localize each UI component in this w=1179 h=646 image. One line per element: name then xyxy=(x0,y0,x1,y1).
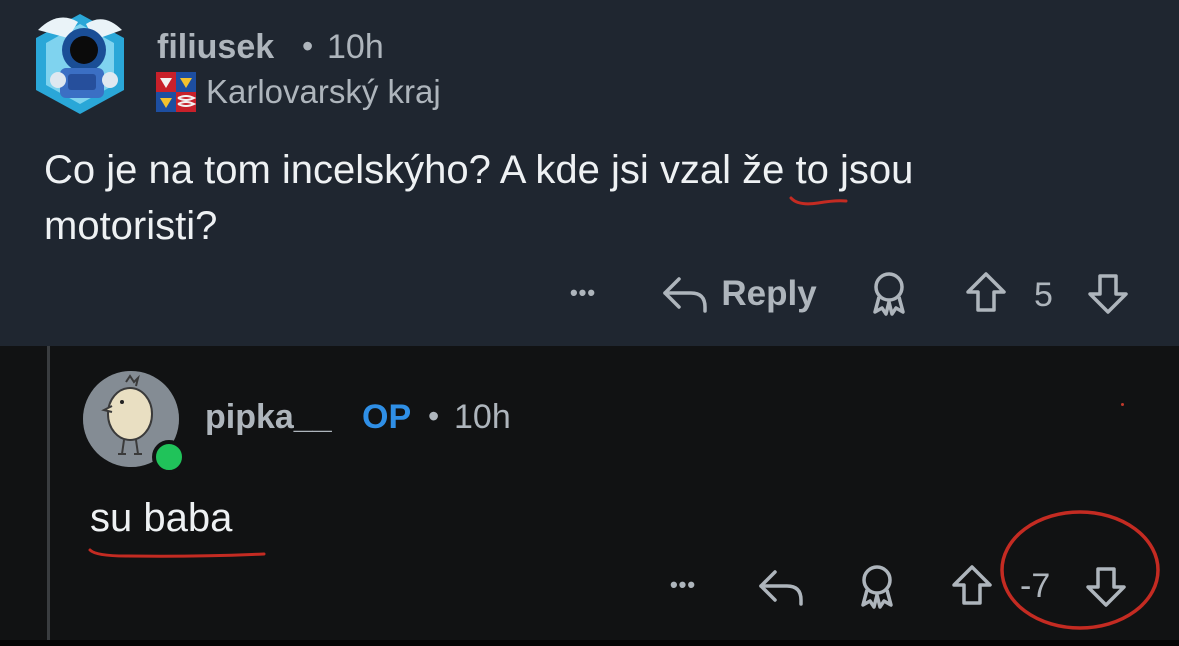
downvote-arrow-icon xyxy=(1088,274,1128,314)
upvote-button[interactable] xyxy=(944,560,1000,612)
more-options-label: ••• xyxy=(569,280,597,305)
separator-dot: • xyxy=(302,28,314,64)
username[interactable]: pipka__ xyxy=(205,398,332,437)
user-avatar-robot[interactable] xyxy=(28,10,132,118)
reply-label: Reply xyxy=(721,274,817,313)
upvote-arrow-icon xyxy=(966,272,1006,312)
downvote-button[interactable] xyxy=(1080,268,1136,318)
more-options-button[interactable]: ••• xyxy=(560,272,606,314)
red-annotation-underline xyxy=(88,548,266,558)
thread-line[interactable] xyxy=(47,346,50,640)
op-badge: OP xyxy=(362,398,412,436)
online-status-indicator xyxy=(152,440,186,474)
flair-text: Karlovarský kraj xyxy=(206,73,441,110)
award-button[interactable] xyxy=(864,268,914,318)
reply-arrow-icon xyxy=(663,277,708,313)
award-icon xyxy=(873,272,905,316)
award-icon xyxy=(861,565,893,609)
reply-button[interactable] xyxy=(754,562,808,612)
timestamp: 10h xyxy=(454,398,511,436)
comment-body-line1: Co je na tom incelskýho? A kde jsi vzal … xyxy=(44,148,914,192)
stray-red-mark xyxy=(1121,403,1124,406)
comment-body: su baba xyxy=(90,496,233,540)
red-annotation-circle xyxy=(1000,510,1160,630)
reply-arrow-icon xyxy=(759,570,803,606)
separator-dot: • xyxy=(428,398,440,434)
user-flair: Karlovarský kraj xyxy=(156,72,441,112)
upvote-arrow-icon xyxy=(952,565,992,605)
comment-body-line2: motoristi? xyxy=(44,204,218,248)
timestamp: 10h xyxy=(327,28,384,66)
bottom-edge xyxy=(0,640,1179,646)
more-options-button[interactable]: ••• xyxy=(660,564,706,606)
czech-region-flag-icon xyxy=(156,72,196,112)
reply-button[interactable]: Reply xyxy=(654,268,824,320)
vote-score: 5 xyxy=(1034,276,1053,314)
username[interactable]: filiusek xyxy=(157,28,274,67)
upvote-button[interactable] xyxy=(958,268,1014,318)
red-annotation-underline xyxy=(789,196,848,206)
more-options-label: ••• xyxy=(669,572,697,597)
award-button[interactable] xyxy=(852,560,902,612)
